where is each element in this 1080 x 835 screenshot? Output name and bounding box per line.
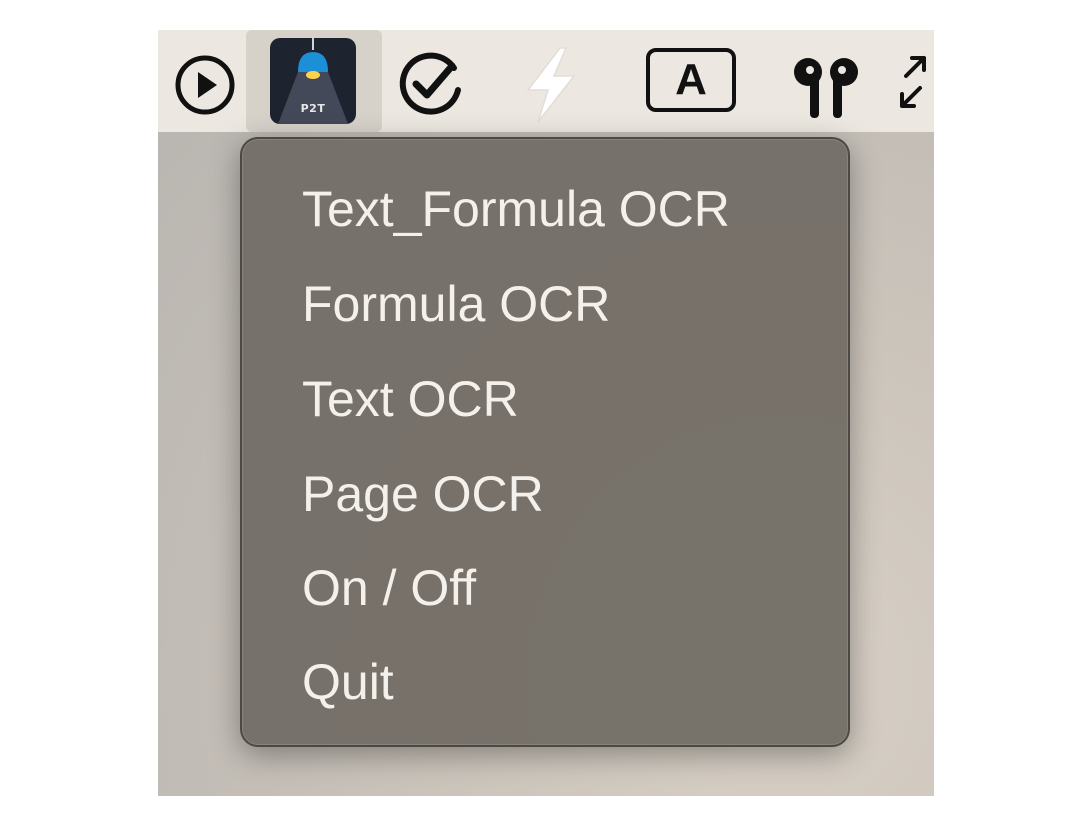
menu-item-on-off[interactable]: On / Off: [302, 548, 476, 628]
dropdown-menu: Text_Formula OCR Formula OCR Text OCR Pa…: [240, 137, 850, 747]
checkmark-circle-icon[interactable]: [394, 50, 466, 118]
airpods-icon[interactable]: [788, 50, 866, 122]
input-source-label: A: [675, 55, 707, 104]
p2t-app-icon[interactable]: P2T: [270, 38, 356, 124]
menu-bar: P2T A: [158, 30, 934, 132]
menu-item-formula-ocr[interactable]: Formula OCR: [302, 264, 610, 344]
screenshot-area: P2T A Text_Formula OCR Formula OCR Text …: [158, 30, 934, 796]
resize-arrows-icon[interactable]: [896, 54, 930, 110]
play-circle-icon[interactable]: [174, 54, 236, 116]
menu-item-text-ocr[interactable]: Text OCR: [302, 359, 519, 439]
menu-item-text-formula-ocr[interactable]: Text_Formula OCR: [302, 169, 730, 249]
lightning-bolt-icon[interactable]: [520, 46, 582, 124]
input-source-icon[interactable]: A: [646, 48, 736, 112]
menu-item-page-ocr[interactable]: Page OCR: [302, 454, 544, 534]
menu-item-quit[interactable]: Quit: [302, 642, 394, 722]
p2t-app-label: P2T: [300, 102, 326, 115]
